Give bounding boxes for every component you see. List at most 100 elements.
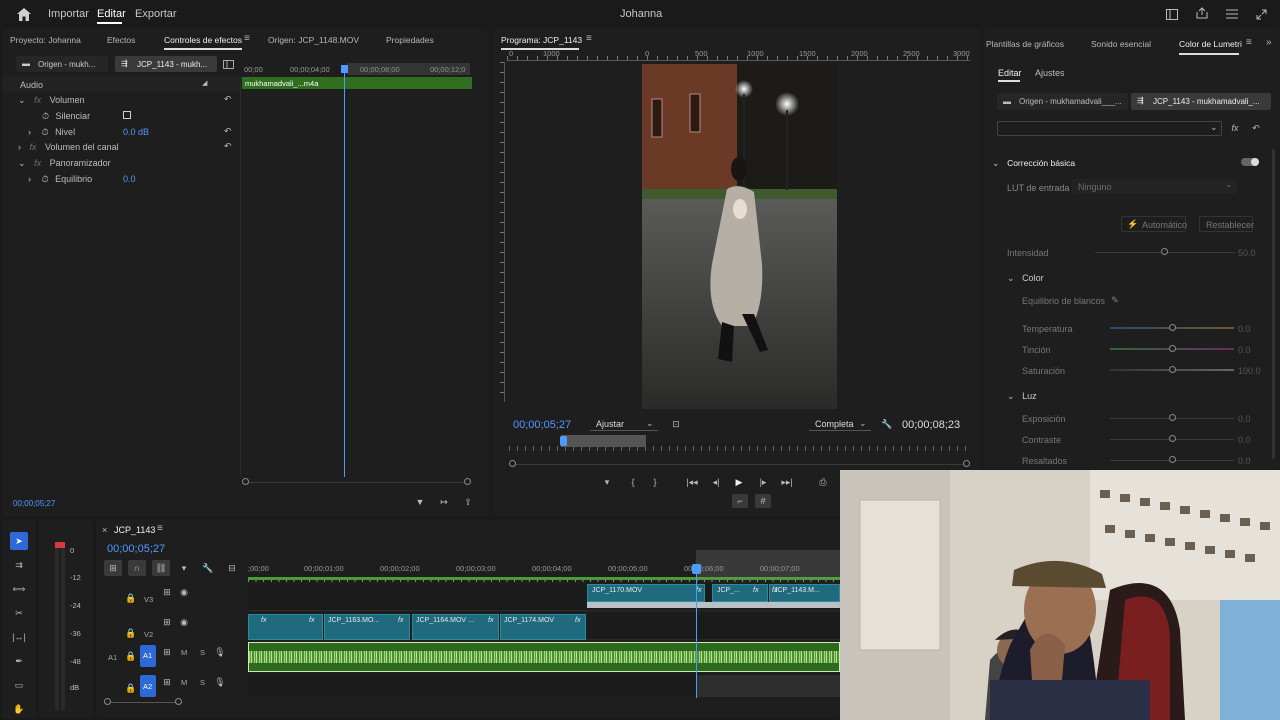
tab-programa[interactable]: Programa: JCP_1143: [501, 35, 582, 45]
clip-audio-a1[interactable]: [248, 642, 840, 672]
auto-button[interactable]: ⚡ Automático: [1121, 216, 1187, 232]
ec-timecode[interactable]: 00;00;05;27: [13, 499, 55, 508]
mute-button[interactable]: M: [181, 678, 187, 687]
safe-margins-icon[interactable]: ⊡: [670, 418, 682, 430]
tab-lumetri[interactable]: Color de Lumetri: [1179, 39, 1242, 49]
go-to-out-icon[interactable]: ▸▸|: [780, 476, 794, 488]
clip-jcp1163[interactable]: JCP_1163.MO... fx: [324, 614, 410, 640]
ec-zoom-end-handle[interactable]: [464, 478, 471, 485]
eye-icon[interactable]: ◉: [178, 617, 190, 627]
selection-tool-icon[interactable]: ➤: [10, 532, 28, 550]
reset-icon[interactable]: ↶: [1250, 122, 1262, 134]
stopwatch-icon[interactable]: ⏱: [42, 127, 49, 137]
close-icon[interactable]: ×: [102, 525, 107, 535]
lock-icon[interactable]: 🔒: [125, 593, 136, 603]
mute-button[interactable]: M: [181, 648, 187, 657]
snap-icon[interactable]: ∩: [128, 560, 146, 576]
track-a2-target[interactable]: A2: [140, 675, 156, 697]
light-subsection-header[interactable]: ⌄ Luz: [1007, 391, 1037, 402]
fit-dropdown[interactable]: Ajustar ⌄: [590, 417, 658, 431]
sync-lock-icon[interactable]: ⊞: [162, 617, 172, 627]
clip-jcp-short[interactable]: JCP_... fx: [712, 584, 768, 602]
lock-icon[interactable]: 🔒: [125, 651, 136, 661]
expand-chevron-icon[interactable]: ⌄: [992, 158, 1000, 168]
timeline-playhead-marker[interactable]: [692, 564, 701, 574]
program-playhead-marker[interactable]: [560, 436, 567, 446]
highlights-knob[interactable]: [1169, 456, 1176, 463]
basic-correction-header[interactable]: ⌄ Corrección básica: [992, 158, 1075, 169]
track-select-icon[interactable]: ⇉: [12, 558, 26, 572]
silenciar-checkbox[interactable]: [123, 111, 131, 119]
rectangle-tool-icon[interactable]: ▭: [12, 678, 26, 692]
trim-toggle-icon[interactable]: ⌐: [732, 494, 748, 508]
ec-zoom-start-handle[interactable]: [242, 478, 249, 485]
razor-icon[interactable]: ✂: [12, 606, 26, 620]
timeline-seq-tab[interactable]: JCP_1143: [114, 525, 155, 535]
solo-button[interactable]: S: [200, 678, 205, 687]
play-audio-icon[interactable]: ↦: [438, 496, 450, 508]
nest-icon[interactable]: ⊞: [104, 560, 122, 576]
go-to-in-icon[interactable]: |◂◂: [685, 476, 699, 488]
pen-tool-icon[interactable]: ✒: [12, 654, 26, 668]
panoramizador-row[interactable]: ⌄ fx Panoramizador: [18, 158, 111, 169]
reset-button[interactable]: Restablecer: [1199, 216, 1254, 232]
home-icon[interactable]: [16, 6, 32, 22]
slip-tool-icon[interactable]: |↔|: [12, 630, 26, 644]
tab-propiedades[interactable]: Propiedades: [386, 35, 434, 45]
clip-jcp1170[interactable]: JCP_1170.MOV fx: [587, 584, 705, 602]
subtab-editar[interactable]: Editar: [998, 68, 1022, 78]
add-marker-icon[interactable]: ▾: [178, 562, 190, 574]
stopwatch-icon[interactable]: ⏱: [42, 174, 49, 184]
tab-proyecto[interactable]: Proyecto: Johanna: [10, 35, 81, 45]
expand-chevron-icon[interactable]: ›: [28, 127, 31, 137]
menu-icon[interactable]: [1225, 7, 1239, 21]
captions-icon[interactable]: ⊟: [226, 562, 238, 574]
effect-select[interactable]: ⌄: [997, 121, 1222, 136]
tab-origen[interactable]: Origen: JCP_1148.MOV: [268, 35, 359, 45]
nivel-row[interactable]: › ⏱ Nivel 0.0 dB ↶: [28, 126, 238, 138]
tab-menu-icon[interactable]: ≡: [157, 523, 163, 534]
step-back-icon[interactable]: ◂|: [710, 476, 722, 488]
track-a1-target[interactable]: A1: [140, 645, 156, 667]
sync-lock-icon[interactable]: ⊞: [162, 587, 172, 597]
workspace-icon[interactable]: [1165, 7, 1179, 21]
exposure-value[interactable]: 0.0: [1238, 414, 1251, 424]
program-timecode[interactable]: 00;00;05;27: [513, 419, 571, 431]
menu-importar[interactable]: Importar: [48, 8, 89, 20]
contrast-value[interactable]: 0.0: [1238, 435, 1251, 445]
tint-knob[interactable]: [1169, 345, 1176, 352]
panel-overflow-icon[interactable]: »: [1266, 37, 1272, 48]
tab-controles-efectos[interactable]: Controles de efectos: [164, 35, 242, 45]
export-icon[interactable]: ⇪: [462, 496, 474, 508]
tab-menu-icon[interactable]: ≡: [1246, 37, 1252, 48]
collapse-arrow-icon[interactable]: ◢: [202, 79, 207, 87]
clip-jcp1174[interactable]: JCP_1174.MOV fx: [500, 614, 586, 640]
basic-correction-toggle[interactable]: [1241, 158, 1259, 166]
reset-icon[interactable]: ↶: [224, 94, 232, 105]
temperature-value[interactable]: 0.0: [1238, 324, 1251, 334]
meter-clip-indicator[interactable]: [55, 542, 65, 548]
temperature-knob[interactable]: [1169, 324, 1176, 331]
timeline-zoom-start-handle[interactable]: [104, 698, 111, 705]
grid-toggle-icon[interactable]: #: [755, 494, 771, 508]
reset-icon[interactable]: ↶: [224, 126, 232, 137]
quality-dropdown[interactable]: Completa ⌄: [809, 417, 871, 431]
tint-value[interactable]: 0.0: [1238, 345, 1251, 355]
expand-chevron-icon[interactable]: ⌄: [1007, 273, 1015, 283]
highlights-value[interactable]: 0.0: [1238, 456, 1251, 466]
subtab-ajustes[interactable]: Ajustes: [1035, 68, 1065, 78]
timeline-timecode[interactable]: 00;00;05;27: [107, 543, 165, 555]
filter-icon[interactable]: ▼: [414, 496, 426, 508]
tab-menu-icon[interactable]: ≡: [244, 33, 250, 44]
equilibrio-row[interactable]: › ⏱ Equilibrio 0.0: [28, 174, 238, 185]
linked-selection-icon[interactable]: ⛓: [152, 560, 170, 576]
fx-icon[interactable]: fx: [1229, 122, 1241, 134]
wrench-icon[interactable]: 🔧: [202, 562, 214, 574]
share-icon[interactable]: [1195, 6, 1209, 20]
tab-plantillas[interactable]: Plantillas de gráficos: [986, 39, 1064, 49]
microphone-icon[interactable]: 🎙: [214, 676, 225, 688]
volumen-row[interactable]: ⌄ fx Volumen ↶: [18, 94, 238, 106]
timeline-playhead[interactable]: [696, 564, 697, 698]
lumetri-seq-chip[interactable]: ⇶ JCP_1143 - mukhamadvali_...: [1131, 93, 1271, 110]
expand-chevron-icon[interactable]: ›: [18, 142, 21, 152]
